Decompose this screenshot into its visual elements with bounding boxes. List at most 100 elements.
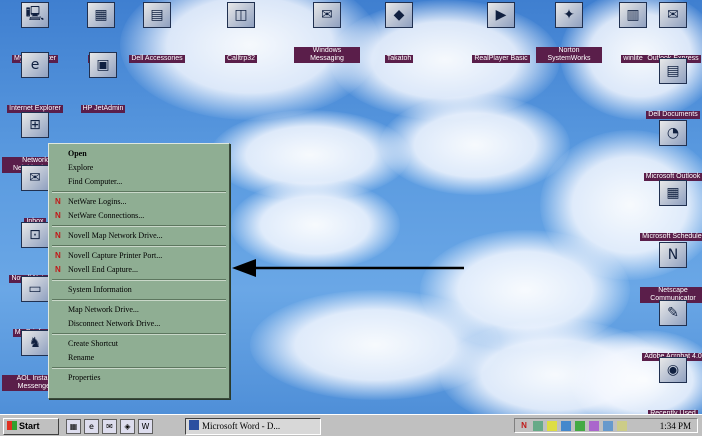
- windows-logo-icon: [7, 421, 17, 430]
- desktop-icon-label: Norton SystemWorks: [536, 47, 602, 63]
- task-button-word[interactable]: Microsoft Word - D...: [185, 418, 321, 435]
- desktop-icon-adobe-acrobat[interactable]: ✎Adobe Acrobat 4.0: [640, 300, 702, 363]
- explorer-quick-icon[interactable]: e: [84, 419, 99, 434]
- scheduler-tray-icon[interactable]: [547, 421, 557, 431]
- word-quick-icon[interactable]: W: [138, 419, 153, 434]
- desktop-icon-label: Calltrp32: [224, 55, 257, 63]
- novell-n-icon: N: [55, 211, 61, 220]
- novell-n-icon: N: [55, 265, 61, 274]
- menu-item-rename[interactable]: Rename: [49, 351, 229, 365]
- menu-item-label: Explore: [68, 163, 94, 172]
- dell-accessories-icon: ▤: [143, 2, 171, 28]
- clock[interactable]: 1:34 PM: [660, 419, 691, 433]
- desktop-icon-dell-documents[interactable]: ▤ Dell Documents: [640, 58, 702, 121]
- novell-n-icon: N: [55, 251, 61, 260]
- show-desktop-icon[interactable]: ▦: [66, 419, 81, 434]
- desktop-icon-realplayer[interactable]: ▶ RealPlayer Basic: [468, 2, 534, 65]
- menu-item-disconnect-network-drive[interactable]: Disconnect Network Drive...: [49, 317, 229, 331]
- annotation-arrow: [232, 259, 464, 277]
- novell-n-icon: N: [55, 197, 61, 206]
- display-tray-icon[interactable]: [603, 421, 613, 431]
- outlook-quick-icon[interactable]: ✉: [102, 419, 117, 434]
- internet-explorer-icon: e: [21, 52, 49, 78]
- start-label: Start: [19, 421, 40, 431]
- desktop-icon-internet-explorer[interactable]: e Internet Explorer: [2, 52, 68, 115]
- desktop-icon-microsoft-outlook[interactable]: ◔ Microsoft Outlook: [640, 120, 702, 183]
- dell-documents-icon: ▤: [659, 58, 687, 84]
- menu-separator: [52, 367, 226, 369]
- antivirus-tray-icon[interactable]: [575, 421, 585, 431]
- menu-item-label: Create Shortcut: [68, 339, 118, 348]
- menu-item-label: NetWare Connections...: [68, 211, 145, 220]
- novell-tray-icon[interactable]: N: [519, 421, 529, 431]
- start-button[interactable]: Start: [3, 418, 59, 435]
- norton-icon: ✦: [555, 2, 583, 28]
- menu-item-novell-map-network-drive[interactable]: N Novell Map Network Drive...: [49, 229, 229, 243]
- task-scheduler-tray-icon[interactable]: [617, 421, 627, 431]
- menu-separator: [52, 245, 226, 247]
- menu-item-create-shortcut[interactable]: Create Shortcut: [49, 337, 229, 351]
- menu-item-novell-end-capture[interactable]: N Novell End Capture...: [49, 263, 229, 277]
- desktop-icon-label: Windows Messaging: [294, 47, 360, 63]
- outlook-express-icon: ✉: [659, 2, 687, 28]
- menu-separator: [52, 279, 226, 281]
- task-button-label: Microsoft Word - D...: [202, 421, 281, 431]
- desktop-icon-label: Dell Accessories: [129, 55, 185, 63]
- menu-item-explore[interactable]: Explore: [49, 161, 229, 175]
- desktop-icon-label: RealPlayer Basic: [472, 55, 530, 63]
- desktop-icon-label: Dell Documents: [646, 111, 700, 119]
- monitor-tray-icon[interactable]: [561, 421, 571, 431]
- desktop-icon-takatoh[interactable]: ◆ Takatoh: [366, 2, 432, 65]
- menu-item-label: Disconnect Network Drive...: [68, 319, 161, 328]
- menu-item-label: System Information: [68, 285, 132, 294]
- menu-item-label: Open: [68, 149, 87, 158]
- menu-item-map-network-drive[interactable]: Map Network Drive...: [49, 303, 229, 317]
- desktop-icon-norton[interactable]: ✦ Norton SystemWorks: [536, 2, 602, 65]
- desktop[interactable]: 🖳My Computer▦WinZip▤Dell Accessories◫Cal…: [0, 0, 702, 414]
- netscape-icon: N: [659, 242, 687, 268]
- recently-used-icon: ◉: [659, 357, 687, 383]
- desktop-icon-label: Takatoh: [384, 55, 414, 63]
- network-tray-icon[interactable]: [533, 421, 543, 431]
- menu-item-netware-logins[interactable]: N NetWare Logins...: [49, 195, 229, 209]
- aol-im-icon: ♞: [21, 330, 49, 356]
- computer-icon: 🖳: [21, 2, 49, 28]
- desktop-icon-netscape[interactable]: N Netscape Communicator: [640, 242, 702, 305]
- novell-n-icon: N: [55, 231, 61, 240]
- menu-item-label: Map Network Drive...: [68, 305, 139, 314]
- desktop-icon-hp-jetadmin[interactable]: ▣ HP JetAdmin: [70, 52, 136, 115]
- menu-item-open[interactable]: Open: [49, 147, 229, 161]
- menu-item-label: Novell Map Network Drive...: [68, 231, 163, 240]
- network-neighborhood-icon: ⊞: [21, 112, 49, 138]
- menu-item-netware-connections[interactable]: N NetWare Connections...: [49, 209, 229, 223]
- menu-item-system-information[interactable]: System Information: [49, 283, 229, 297]
- taskbar: Start ▦ e ✉ ◈ W Microsoft Word - D... N 1:34…: [0, 414, 702, 436]
- cloud: [380, 95, 570, 195]
- system-tray: N 1:34 PM: [514, 418, 698, 433]
- desktop-icon-outlook-express[interactable]: ✉Outlook Express: [640, 2, 702, 65]
- channels-quick-icon[interactable]: ◈: [120, 419, 135, 434]
- briefcase-icon: ▭: [21, 276, 49, 302]
- microsoft-scheduler-icon: ▦: [659, 180, 687, 206]
- windows-messaging-icon: ✉: [313, 2, 341, 28]
- menu-separator: [52, 333, 226, 335]
- calltrp-icon: ◫: [227, 2, 255, 28]
- volume-tray-icon[interactable]: [589, 421, 599, 431]
- desktop-icon-windows-messaging[interactable]: ✉ Windows Messaging: [294, 2, 360, 65]
- takatoh-icon: ◆: [385, 2, 413, 28]
- word-document-icon: [189, 420, 199, 430]
- menu-item-find-computer[interactable]: Find Computer...: [49, 175, 229, 189]
- menu-item-novell-capture-printer-port[interactable]: N Novell Capture Printer Port...: [49, 249, 229, 263]
- menu-item-properties[interactable]: Properties: [49, 371, 229, 385]
- menu-separator: [52, 299, 226, 301]
- winzip-icon: ▦: [87, 2, 115, 28]
- desktop-icon-recently-used[interactable]: ◉ Recently Used: [640, 357, 702, 414]
- menu-item-label: Novell Capture Printer Port...: [68, 251, 163, 260]
- context-menu: Open Explore Find Computer... N NetWare Logi…: [48, 143, 230, 399]
- menu-item-label: Properties: [68, 373, 101, 382]
- desktop-icon-calltrp[interactable]: ◫ Calltrp32: [208, 2, 274, 65]
- menu-item-label: NetWare Logins...: [68, 197, 127, 206]
- microsoft-outlook-icon: ◔: [659, 120, 687, 146]
- realplayer-icon: ▶: [487, 2, 515, 28]
- desktop-icon-microsoft-scheduler[interactable]: ▦ Microsoft Scheduler: [640, 180, 702, 243]
